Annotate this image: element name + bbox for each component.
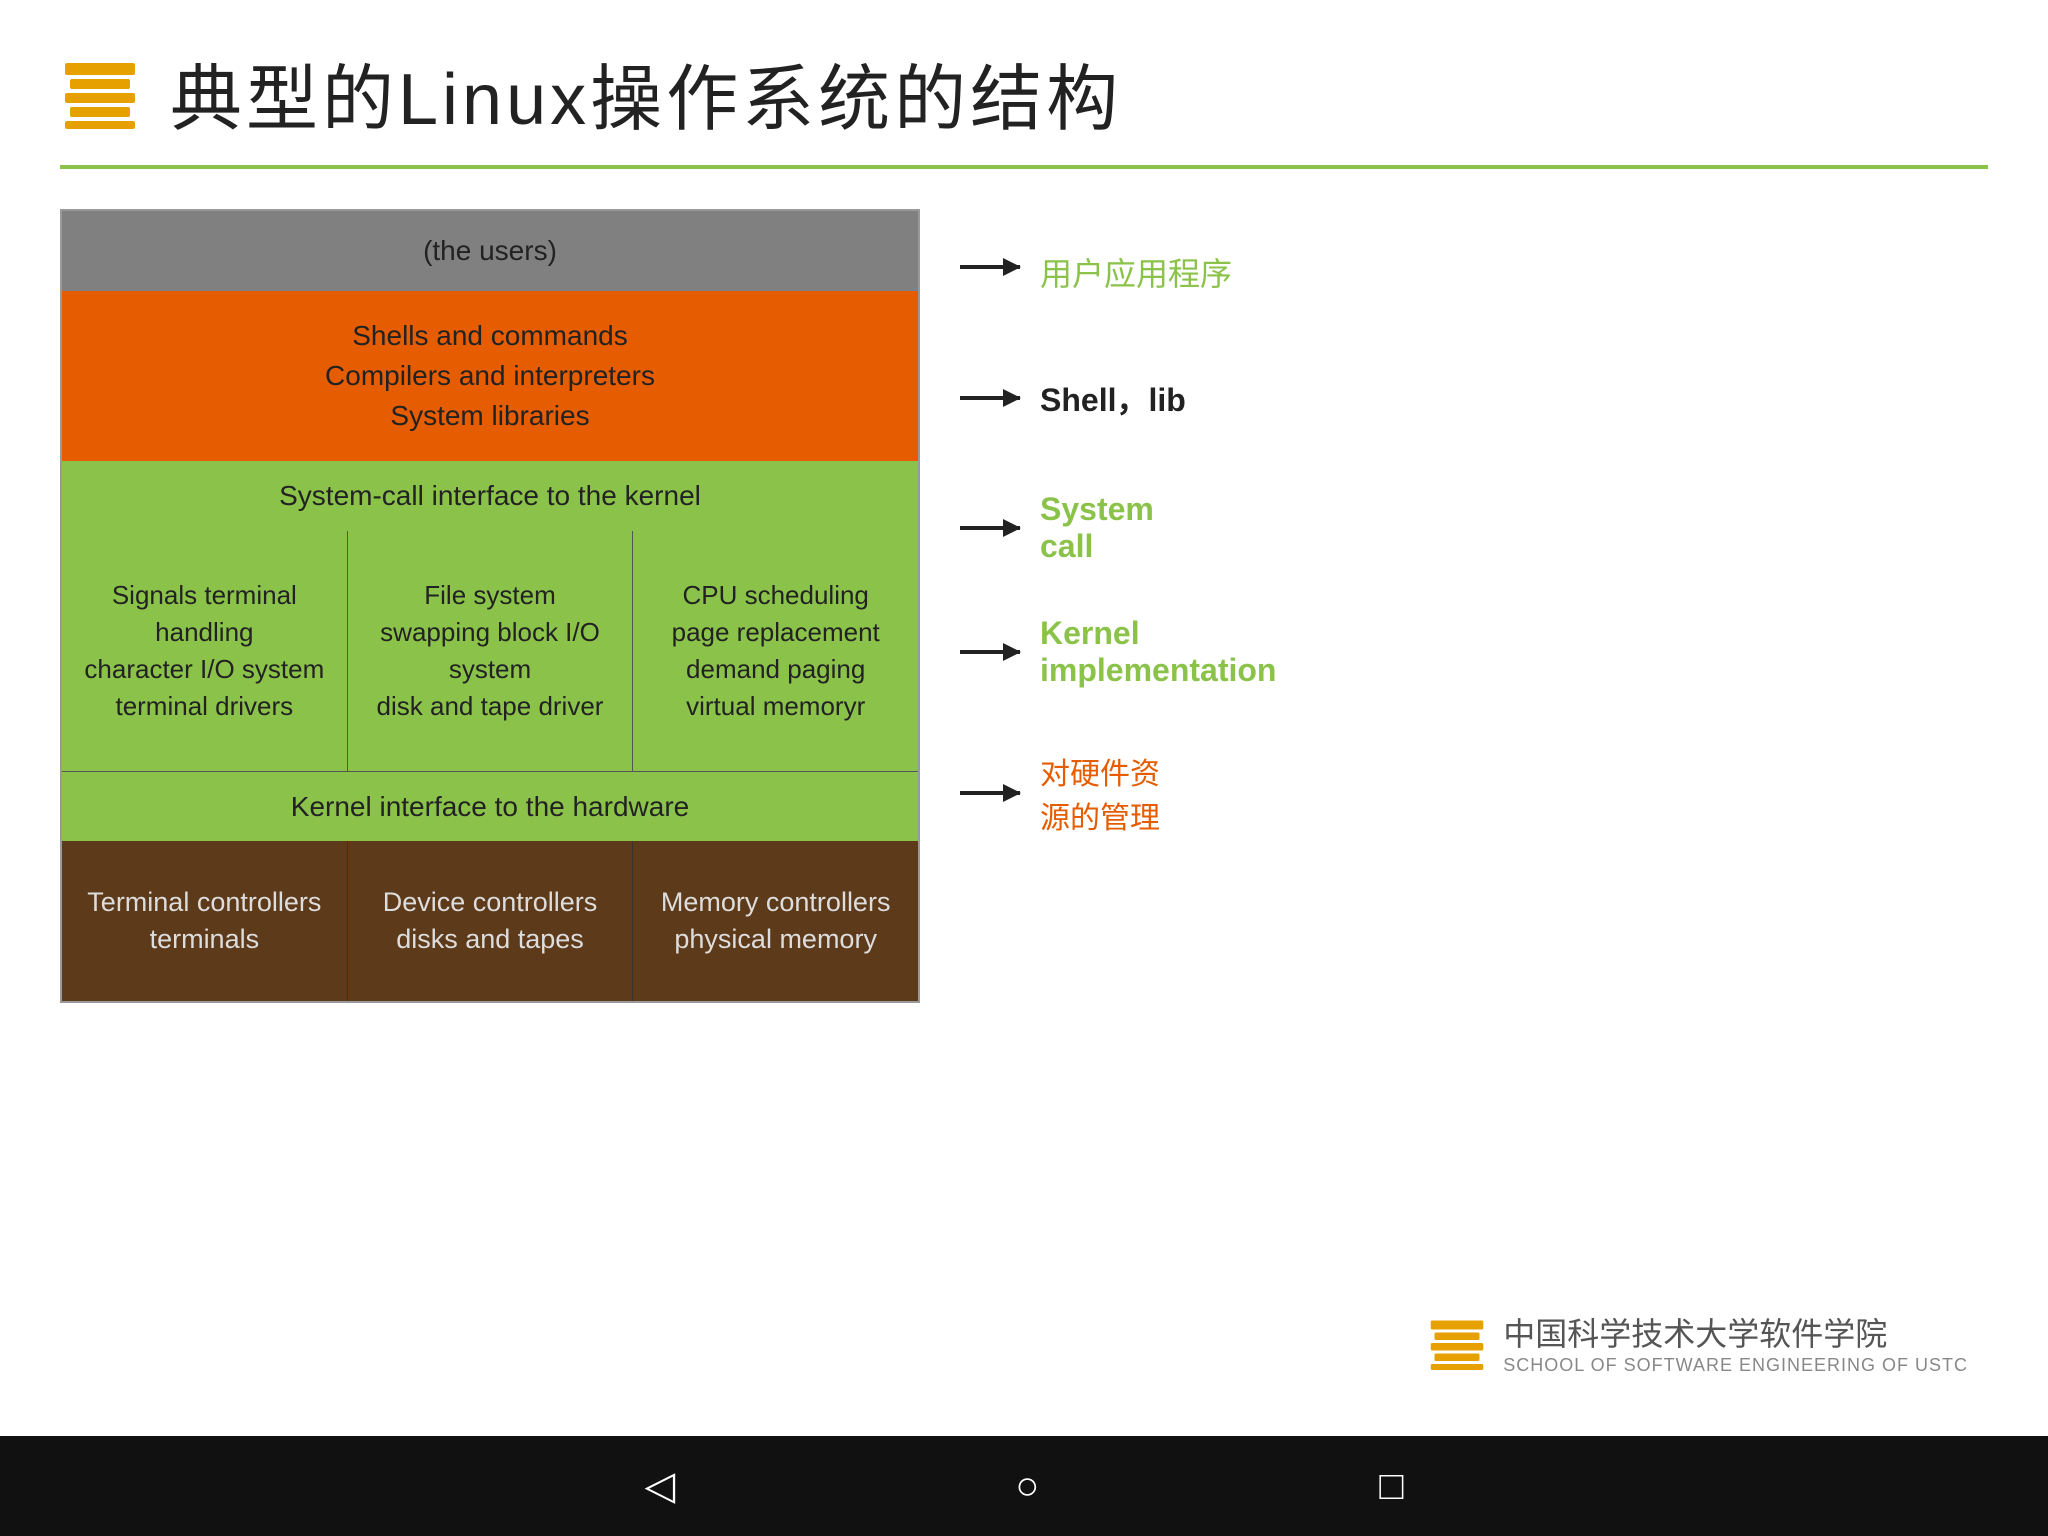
- divider: [60, 165, 1988, 169]
- arrow-line-kernel: [960, 650, 1020, 654]
- kernel-cell-3: CPU scheduling page replacement demand p…: [633, 531, 918, 771]
- arrow-users: [960, 265, 1020, 269]
- arrow-syscall: [960, 526, 1020, 530]
- arrow-line-hardware: [960, 791, 1020, 795]
- header: 典型的Linux操作系统的结构: [60, 40, 1988, 145]
- kernel-cell-1: Signals terminal handling character I/O …: [62, 531, 348, 771]
- linux-diagram: (the users) Shells and commands Compiler…: [60, 209, 920, 1003]
- kernel-layer: Signals terminal handling character I/O …: [62, 531, 918, 771]
- slide-area: 典型的Linux操作系统的结构 (the users) Shells and c…: [0, 0, 2048, 1436]
- footer-logo: 中国科学技术大学软件学院 SCHOOL OF SOFTWARE ENGINEER…: [1427, 1309, 1968, 1376]
- annotations: 用户应用程序 Shell，lib System call: [960, 209, 1988, 837]
- arrow-line-users: [960, 265, 1020, 269]
- controllers-layer: Terminal controllers terminals Device co…: [62, 841, 918, 1001]
- ann-shell-text: Shell，lib: [1040, 375, 1186, 421]
- arrow-line-shell: [960, 396, 1020, 400]
- home-button[interactable]: ○: [995, 1454, 1059, 1519]
- ann-shell: Shell，lib: [960, 375, 1988, 421]
- ann-users: 用户应用程序: [960, 239, 1988, 295]
- arrow-line-syscall: [960, 526, 1020, 530]
- arrow-hardware: [960, 791, 1020, 795]
- footer-sub: SCHOOL OF SOFTWARE ENGINEERING OF USTC: [1503, 1355, 1968, 1376]
- ann-syscall: System call: [960, 491, 1988, 565]
- arrow-shell: [960, 396, 1020, 400]
- navbar: ◁ ○ □: [0, 1436, 2048, 1536]
- back-button[interactable]: ◁: [624, 1453, 695, 1519]
- footer-main: 中国科学技术大学软件学院: [1503, 1309, 1968, 1355]
- footer-logo-icon: [1427, 1313, 1487, 1373]
- memory-controller-cell: Memory controllers physical memory: [633, 841, 918, 1001]
- ann-users-text: 用户应用程序: [1040, 249, 1232, 295]
- ann-syscall-block: System call: [1040, 491, 1154, 565]
- content-area: (the users) Shells and commands Compiler…: [60, 209, 1988, 1003]
- arrow-kernel: [960, 650, 1020, 654]
- users-layer: (the users): [62, 211, 918, 291]
- device-controller-cell: Device controllers disks and tapes: [348, 841, 634, 1001]
- syscall-layer: System-call interface to the kernel: [62, 461, 918, 531]
- terminal-controller-cell: Terminal controllers terminals: [62, 841, 348, 1001]
- ann-kernel-block: Kernel implementation: [1040, 615, 1276, 689]
- kernel-cell-2: File system swapping block I/O system di…: [348, 531, 634, 771]
- hw-interface-layer: Kernel interface to the hardware: [62, 771, 918, 841]
- ann-hardware: 对硬件资 源的管理: [960, 749, 1988, 837]
- shell-layer: Shells and commands Compilers and interp…: [62, 291, 918, 461]
- ann-hardware-block: 对硬件资 源的管理: [1040, 749, 1160, 837]
- recents-button[interactable]: □: [1359, 1454, 1423, 1519]
- ann-kernel: Kernel implementation: [960, 615, 1988, 689]
- page-title: 典型的Linux操作系统的结构: [170, 40, 1122, 145]
- footer-logo-text: 中国科学技术大学软件学院 SCHOOL OF SOFTWARE ENGINEER…: [1503, 1309, 1968, 1376]
- logo-icon: [60, 53, 140, 133]
